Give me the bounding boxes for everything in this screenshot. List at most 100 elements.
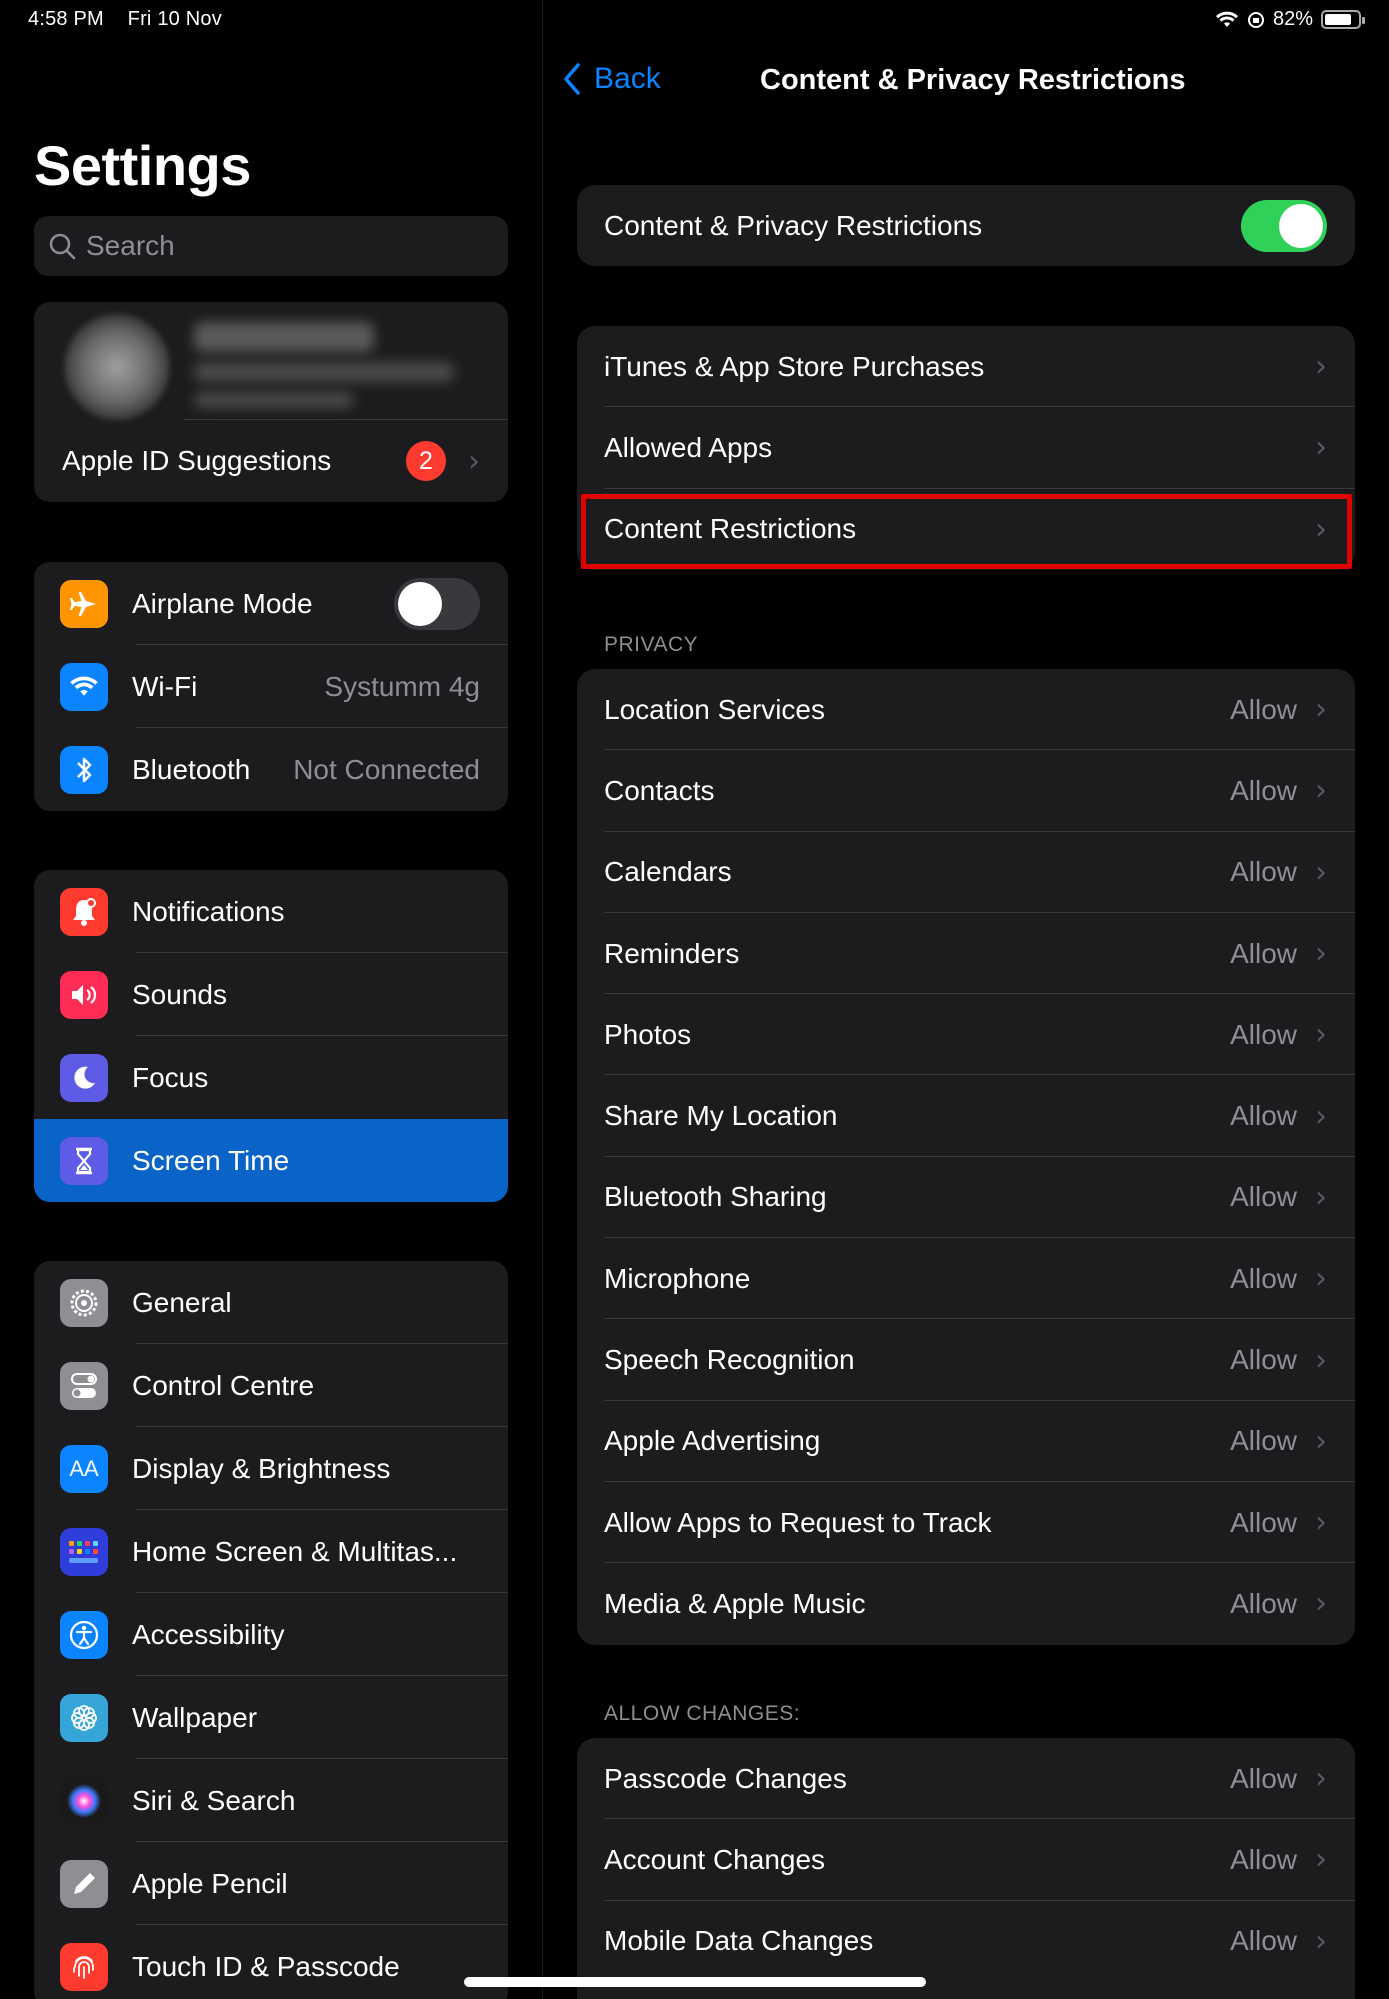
privacy-row[interactable]: Media & Apple Music Allow › xyxy=(577,1563,1355,1644)
sidebar-item-control-centre[interactable]: Control Centre xyxy=(34,1344,508,1427)
sidebar-item-label: Sounds xyxy=(132,978,227,1010)
privacy-row[interactable]: Reminders Allow › xyxy=(577,913,1355,995)
sidebar-item-bluetooth[interactable]: Bluetooth Not Connected xyxy=(34,728,508,811)
privacy-row[interactable]: Contacts Allow › xyxy=(577,750,1355,832)
moon-icon xyxy=(60,1053,108,1102)
privacy-row[interactable]: Allow Apps to Request to Track Allow › xyxy=(577,1482,1355,1564)
chevron-right-icon: › xyxy=(1315,1261,1327,1297)
sidebar-item-touch-id[interactable]: Touch ID & Passcode xyxy=(34,1925,508,1999)
sidebar-item-accessibility[interactable]: Accessibility xyxy=(34,1593,508,1676)
row-value: Allow xyxy=(1230,1762,1297,1794)
sidebar-item-siri-search[interactable]: Siri & Search xyxy=(34,1759,508,1842)
sidebar-item-label: Control Centre xyxy=(132,1369,315,1401)
row-value: Allow xyxy=(1230,1181,1297,1213)
sidebar-item-wallpaper[interactable]: Wallpaper xyxy=(34,1676,508,1759)
apple-id-card: Apple ID Suggestions 2 › xyxy=(34,302,508,502)
back-button[interactable]: Back xyxy=(562,62,661,96)
privacy-row[interactable]: Microphone Allow › xyxy=(577,1238,1355,1320)
privacy-row[interactable]: Photos Allow › xyxy=(577,994,1355,1076)
row-label: Calendars xyxy=(604,856,732,888)
sidebar-item-label: Notifications xyxy=(132,895,285,927)
sidebar-item-label: Screen Time xyxy=(132,1144,290,1176)
changes-row[interactable]: Account Changes Allow › xyxy=(577,1819,1355,1901)
itunes-app-store-row[interactable]: iTunes & App Store Purchases › xyxy=(577,326,1355,408)
sidebar-item-sounds[interactable]: Sounds xyxy=(34,953,508,1036)
sidebar-title: Settings xyxy=(34,134,251,197)
blurred-name xyxy=(194,322,374,352)
bluetooth-icon xyxy=(60,745,108,794)
sidebar-item-notifications[interactable]: Notifications xyxy=(34,870,508,953)
privacy-row[interactable]: Bluetooth Sharing Allow › xyxy=(577,1157,1355,1239)
battery-icon xyxy=(1321,10,1365,29)
text-size-icon: AA xyxy=(60,1444,108,1493)
chevron-right-icon: › xyxy=(1315,1923,1327,1959)
apple-id-profile[interactable] xyxy=(34,302,508,420)
row-label: Allowed Apps xyxy=(604,431,773,463)
privacy-group: Location Services Allow › Contacts Allow › C… xyxy=(577,669,1355,1645)
sidebar-item-apple-pencil[interactable]: Apple Pencil xyxy=(34,1842,508,1925)
row-label: Media & Apple Music xyxy=(604,1587,866,1619)
wifi-icon xyxy=(60,662,108,711)
privacy-row[interactable]: Location Services Allow › xyxy=(577,669,1355,751)
row-value: Allow xyxy=(1230,1587,1297,1619)
row-label: Mobile Data Changes xyxy=(604,1925,874,1957)
changes-row[interactable]: Mobile Data Changes Allow › xyxy=(577,1901,1355,1982)
chevron-right-icon: › xyxy=(1315,1842,1327,1878)
sidebar-item-label: Bluetooth xyxy=(132,753,251,785)
chevron-right-icon: › xyxy=(1315,1586,1327,1622)
bell-icon xyxy=(60,887,108,936)
sidebar-item-label: Apple Pencil xyxy=(132,1867,288,1899)
content-privacy-toggle-label: Content & Privacy Restrictions xyxy=(604,209,983,241)
search-placeholder: Search xyxy=(86,230,175,261)
row-value: Allow xyxy=(1230,1262,1297,1294)
gear-icon xyxy=(60,1278,108,1327)
privacy-row[interactable]: Speech Recognition Allow › xyxy=(577,1319,1355,1401)
sidebar-item-display-brightness[interactable]: AA Display & Brightness xyxy=(34,1427,508,1510)
app-grid-icon xyxy=(60,1527,108,1576)
orientation-lock-icon xyxy=(1247,11,1264,28)
sidebar-item-screen-time[interactable]: Screen Time xyxy=(34,1119,508,1202)
sidebar-item-general[interactable]: General xyxy=(34,1261,508,1344)
sidebar-item-label: Airplane Mode xyxy=(132,587,313,619)
connectivity-group: Airplane Mode Wi-Fi Systumm 4g Bluetooth… xyxy=(34,562,508,811)
row-label: Microphone xyxy=(604,1262,751,1294)
sidebar-item-focus[interactable]: Focus xyxy=(34,1036,508,1119)
blurred-subtitle-2 xyxy=(194,392,354,408)
row-label: Allow Apps to Request to Track xyxy=(604,1506,992,1538)
changes-row[interactable]: Passcode Changes Allow › xyxy=(577,1738,1355,1820)
row-value: Allow xyxy=(1230,1344,1297,1376)
sidebar-item-home-screen[interactable]: Home Screen & Multitas... xyxy=(34,1510,508,1593)
chevron-right-icon: › xyxy=(1315,1505,1327,1541)
search-field[interactable]: Search xyxy=(34,216,508,276)
chevron-right-icon: › xyxy=(1315,1761,1327,1797)
sidebar: Settings Search Apple ID Suggestions 2 › xyxy=(0,0,542,1999)
row-value: Allow xyxy=(1230,1018,1297,1050)
sidebar-item-wifi[interactable]: Wi-Fi Systumm 4g xyxy=(34,645,508,728)
privacy-row[interactable]: Share My Location Allow › xyxy=(577,1075,1355,1157)
speaker-icon xyxy=(60,970,108,1019)
chevron-right-icon: › xyxy=(1315,1098,1327,1134)
row-label: Photos xyxy=(604,1018,692,1050)
switches-icon xyxy=(60,1361,108,1410)
sidebar-item-label: Display & Brightness xyxy=(132,1452,391,1484)
airplane-mode-toggle[interactable] xyxy=(394,577,480,630)
chevron-right-icon: › xyxy=(1315,936,1327,972)
content-privacy-toggle[interactable] xyxy=(1241,199,1327,252)
apple-id-suggestions-row[interactable]: Apple ID Suggestions 2 › xyxy=(34,420,508,502)
avatar xyxy=(64,314,170,420)
home-indicator[interactable] xyxy=(464,1977,926,1987)
row-label: Location Services xyxy=(604,693,826,725)
chevron-right-icon: › xyxy=(1315,1423,1327,1459)
row-label: Reminders xyxy=(604,937,740,969)
chevron-right-icon: › xyxy=(1315,854,1327,890)
blurred-subtitle xyxy=(194,362,454,382)
content-privacy-toggle-row[interactable]: Content & Privacy Restrictions xyxy=(577,185,1355,266)
row-label: Account Changes xyxy=(604,1843,826,1875)
allow-changes-group: Passcode Changes Allow › Account Changes Al… xyxy=(577,1738,1355,1999)
sidebar-item-airplane-mode[interactable]: Airplane Mode xyxy=(34,562,508,645)
allowed-apps-row[interactable]: Allowed Apps › xyxy=(577,407,1355,489)
row-value: Allow xyxy=(1230,1843,1297,1875)
privacy-section-header: PRIVACY xyxy=(604,633,699,656)
privacy-row[interactable]: Calendars Allow › xyxy=(577,832,1355,913)
privacy-row[interactable]: Apple Advertising Allow › xyxy=(577,1401,1355,1482)
